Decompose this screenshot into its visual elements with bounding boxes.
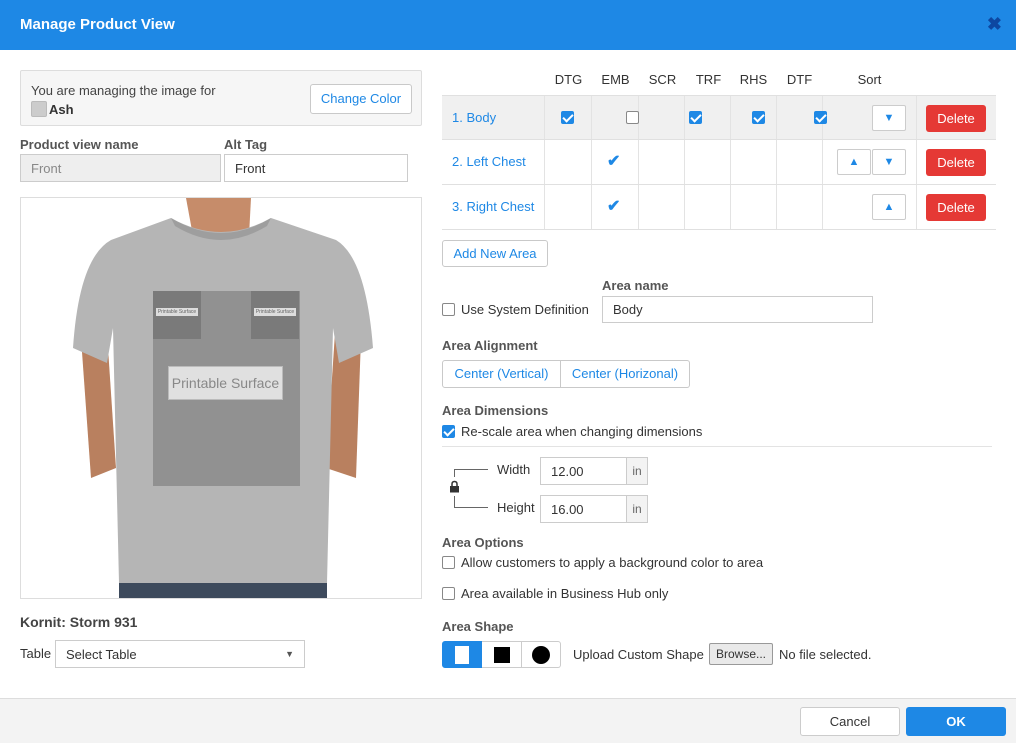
rectangle-icon [455, 645, 469, 664]
areas-table-header: DTG EMB SCR TRF RHS DTF Sort [442, 70, 996, 95]
area-row-left-chest[interactable]: 2. Left Chest ✔ ▲ ▼ Delete [442, 140, 996, 185]
area-options-label: Area Options [442, 535, 524, 550]
color-indicator: Ash [31, 101, 74, 117]
alignment-button-group: Center (Vertical) Center (Horizonal) [442, 360, 690, 388]
left-chest-label: Printable Surface [156, 308, 198, 316]
use-system-label: Use System Definition [461, 302, 589, 317]
cancel-button[interactable]: Cancel [800, 707, 900, 736]
height-unit: in [626, 495, 648, 523]
table-label: Table [20, 646, 52, 661]
view-name-label: Product view name [20, 137, 139, 152]
bg-color-label: Allow customers to apply a background co… [461, 555, 764, 570]
bg-color-option[interactable]: Allow customers to apply a background co… [442, 555, 763, 570]
product-preview: Printable Surface Printable Surface Prin… [20, 197, 422, 599]
rescale-option[interactable]: Re-scale area when changing dimensions [442, 424, 702, 439]
delete-button[interactable]: Delete [926, 105, 986, 132]
header-dtg: DTG [554, 72, 583, 87]
browse-button[interactable]: Browse... [709, 643, 773, 665]
area-shape-label: Area Shape [442, 619, 514, 634]
header-sort: Sort [857, 72, 882, 87]
emb-checkbox[interactable] [625, 111, 639, 124]
printable-area-left-chest[interactable]: Printable Surface [153, 291, 201, 339]
area-name-link[interactable]: 1. Body [452, 110, 496, 125]
bg-color-checkbox[interactable] [442, 556, 455, 569]
dtg-checkbox[interactable] [561, 111, 574, 124]
alt-tag-input[interactable]: Front [224, 154, 408, 182]
area-row-body[interactable]: 1. Body ▼ Delete [442, 95, 996, 140]
height-label: Height [497, 500, 535, 515]
sort-down-button[interactable]: ▼ [872, 105, 906, 131]
emb-check-icon: ✔ [607, 198, 621, 215]
view-name-field: Front [20, 154, 221, 182]
sort-down-button[interactable]: ▼ [872, 149, 906, 175]
table-select[interactable]: Select Table ▼ [55, 640, 305, 668]
dialog-title: Manage Product View [20, 16, 175, 33]
header-rhs: RHS [739, 72, 768, 87]
color-swatch [31, 101, 47, 117]
width-label: Width [497, 462, 531, 477]
close-icon[interactable]: ✖ [987, 14, 1002, 35]
business-hub-checkbox[interactable] [442, 587, 455, 600]
lock-bracket-top [454, 469, 488, 470]
divider [442, 446, 992, 447]
business-hub-option[interactable]: Area available in Business Hub only [442, 586, 668, 601]
lock-bracket-bottom [454, 507, 488, 508]
use-system-definition[interactable]: Use System Definition [442, 302, 589, 317]
center-vertical-button[interactable]: Center (Vertical) [442, 360, 561, 388]
area-dimensions-label: Area Dimensions [442, 403, 549, 418]
sort-up-button[interactable]: ▲ [872, 194, 906, 220]
width-unit: in [626, 457, 648, 485]
managing-panel: You are managing the image for Ash Chang… [20, 70, 422, 126]
header-scr: SCR [648, 72, 677, 87]
rescale-checkbox[interactable] [442, 425, 455, 438]
printable-surface-label: Printable Surface [168, 366, 283, 400]
no-file-label: No file selected. [779, 647, 872, 662]
shape-button-group [442, 641, 561, 668]
header-emb: EMB [601, 72, 630, 87]
dialog-footer: Cancel OK [0, 698, 1016, 743]
use-system-checkbox[interactable] [442, 303, 455, 316]
square-shape-button[interactable] [482, 641, 522, 668]
sort-up-button[interactable]: ▲ [837, 149, 871, 175]
right-chest-label: Printable Surface [254, 308, 296, 316]
upload-shape-label: Upload Custom Shape [573, 647, 704, 662]
header-dtf: DTF [786, 72, 813, 87]
business-hub-label: Area available in Business Hub only [461, 586, 669, 601]
chevron-down-icon: ▼ [285, 649, 294, 659]
area-name-label: Area name [602, 278, 669, 293]
ok-button[interactable]: OK [906, 707, 1006, 736]
alt-tag-label: Alt Tag [224, 137, 268, 152]
emb-check-icon: ✔ [607, 153, 621, 170]
area-name-link[interactable]: 2. Left Chest [452, 154, 526, 169]
color-name: Ash [49, 101, 74, 117]
delete-button[interactable]: Delete [926, 149, 986, 176]
trf-checkbox[interactable] [751, 111, 765, 124]
rectangle-shape-button[interactable] [442, 641, 482, 668]
delete-button[interactable]: Delete [926, 194, 986, 221]
rescale-label: Re-scale area when changing dimensions [461, 424, 703, 439]
area-row-right-chest[interactable]: 3. Right Chest ✔ ▲ Delete [442, 185, 996, 230]
width-input[interactable]: 12.00 [540, 457, 627, 485]
area-name-link[interactable]: 3. Right Chest [452, 199, 534, 214]
change-color-button[interactable]: Change Color [310, 84, 412, 114]
dialog-titlebar: Manage Product View ✖ [0, 0, 1016, 50]
table-select-value: Select Table [66, 646, 137, 662]
printable-area-right-chest[interactable]: Printable Surface [251, 291, 299, 339]
add-new-area-button[interactable]: Add New Area [442, 240, 548, 267]
area-alignment-label: Area Alignment [442, 338, 538, 353]
height-input[interactable]: 16.00 [540, 495, 627, 523]
header-trf: TRF [695, 72, 722, 87]
managing-text: You are managing the image for [31, 83, 216, 98]
area-name-input[interactable]: Body [602, 296, 873, 323]
lock-icon[interactable] [449, 480, 460, 496]
rhs-checkbox[interactable] [813, 111, 827, 124]
center-horizontal-button[interactable]: Center (Horizonal) [561, 360, 690, 388]
scr-checkbox[interactable] [689, 111, 703, 124]
machine-name: Kornit: Storm 931 [20, 614, 138, 630]
square-icon [493, 646, 510, 663]
circle-shape-button[interactable] [522, 641, 561, 668]
circle-icon [532, 645, 550, 664]
